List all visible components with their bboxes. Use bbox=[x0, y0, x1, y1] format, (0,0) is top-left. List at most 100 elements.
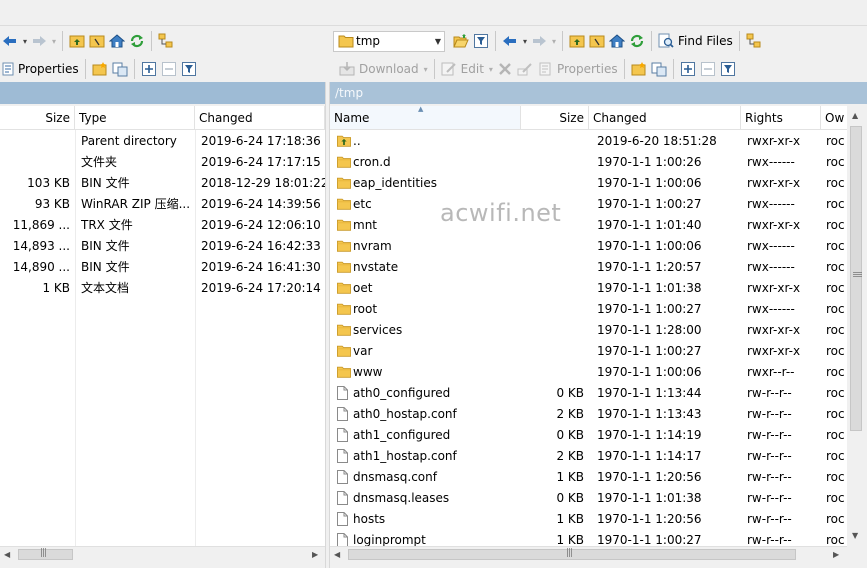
folder-row[interactable]: mnt 1970-1-1 1:01:40 rwxr-xr-x roc bbox=[330, 215, 847, 236]
file-row[interactable]: dnsmasq.conf 1 KB 1970-1-1 1:20:56 rw-r--r-… bbox=[330, 467, 847, 488]
scroll-left-icon[interactable]: ◀ bbox=[4, 550, 10, 559]
folder-row[interactable]: etc 1970-1-1 1:00:27 rwx------ roc bbox=[330, 194, 847, 215]
right-vscroll-thumb[interactable] bbox=[850, 126, 862, 431]
scroll-down-icon[interactable]: ▼ bbox=[852, 531, 858, 540]
scroll-right-icon[interactable]: ▶ bbox=[833, 550, 839, 559]
edit-button[interactable]: Edit ▾ bbox=[439, 58, 495, 80]
row-icon bbox=[337, 446, 353, 467]
remote-path-dropdown[interactable]: tmp ▼ bbox=[333, 30, 445, 52]
row-name: ath1_hostap.conf bbox=[353, 449, 457, 463]
select-all-button[interactable] bbox=[139, 58, 159, 80]
refresh-button[interactable] bbox=[127, 30, 147, 52]
file-row[interactable]: hosts 1 KB 1970-1-1 1:20:56 rw-r--r-- roc bbox=[330, 509, 847, 530]
rename-button[interactable] bbox=[515, 58, 535, 80]
folder-row[interactable]: .. 2019-6-20 18:51:28 rwxr-xr-x roc bbox=[330, 131, 847, 152]
row-type: TRX 文件 bbox=[81, 218, 133, 232]
root-directory-button[interactable] bbox=[87, 30, 107, 52]
toolbar-separator bbox=[133, 59, 135, 79]
folder-row[interactable]: oet 1970-1-1 1:01:38 rwxr-xr-x roc bbox=[330, 278, 847, 299]
folder-row[interactable]: cron.d 1970-1-1 1:00:26 rwx------ roc bbox=[330, 152, 847, 173]
right-forward-button[interactable]: ▾ bbox=[529, 30, 558, 52]
right-col-changed[interactable]: Changed bbox=[589, 106, 741, 130]
copy-button[interactable] bbox=[110, 58, 130, 80]
right-filter-button[interactable] bbox=[471, 30, 491, 52]
scroll-left-icon[interactable]: ◀ bbox=[334, 550, 340, 559]
forward-button[interactable]: ▾ bbox=[29, 30, 58, 52]
file-row[interactable]: dnsmasq.leases 0 KB 1970-1-1 1:01:38 rw-r--… bbox=[330, 488, 847, 509]
table-row[interactable]: 103 KB BIN 文件 2018-12-29 18:01:22 bbox=[0, 173, 325, 194]
right-root-directory-button[interactable] bbox=[587, 30, 607, 52]
table-row[interactable]: 14,890 ... BIN 文件 2019-6-24 16:41:30 bbox=[0, 257, 325, 278]
table-row[interactable]: 14,893 ... BIN 文件 2019-6-24 16:42:33 bbox=[0, 236, 325, 257]
right-new-folder-button[interactable] bbox=[629, 58, 649, 80]
scroll-up-icon[interactable]: ▲ bbox=[852, 111, 858, 120]
left-col-size[interactable]: Size bbox=[0, 106, 75, 130]
folder-row[interactable]: www 1970-1-1 1:00:06 rwxr--r-- roc bbox=[330, 362, 847, 383]
right-back-button[interactable]: ▾ bbox=[500, 30, 529, 52]
folder-row[interactable]: services 1970-1-1 1:28:00 rwxr-xr-x roc bbox=[330, 320, 847, 341]
folder-row[interactable]: var 1970-1-1 1:00:27 rwxr-xr-x roc bbox=[330, 341, 847, 362]
file-row[interactable]: ath0_hostap.conf 2 KB 1970-1-1 1:13:43 rw-r… bbox=[330, 404, 847, 425]
file-row[interactable]: ath1_configured 0 KB 1970-1-1 1:14:19 rw-r-… bbox=[330, 425, 847, 446]
row-name: ath1_configured bbox=[353, 428, 451, 442]
right-col-owner[interactable]: Ow bbox=[821, 106, 847, 130]
right-refresh-button[interactable] bbox=[627, 30, 647, 52]
row-size bbox=[0, 152, 70, 173]
row-owner: roc bbox=[826, 197, 845, 211]
table-row[interactable]: 1 KB 文本文档 2019-6-24 17:20:14 bbox=[0, 278, 325, 299]
row-owner: roc bbox=[826, 176, 845, 190]
delete-button[interactable] bbox=[495, 58, 515, 80]
scroll-right-icon[interactable]: ▶ bbox=[312, 550, 318, 559]
file-row[interactable]: ath1_hostap.conf 2 KB 1970-1-1 1:14:17 rw-r… bbox=[330, 446, 847, 467]
open-directory-button[interactable] bbox=[451, 30, 471, 52]
row-name: eap_identities bbox=[353, 176, 438, 190]
right-home-directory-button[interactable] bbox=[607, 30, 627, 52]
right-unselect-all-button[interactable] bbox=[698, 58, 718, 80]
right-vertical-scrollbar[interactable]: ▲ ||| ▼ bbox=[847, 106, 865, 546]
find-files-button[interactable]: Find Files bbox=[656, 30, 735, 52]
table-row[interactable]: 11,869 ... TRX 文件 2019-6-24 12:06:10 bbox=[0, 215, 325, 236]
row-icon bbox=[337, 404, 353, 425]
home-directory-button[interactable] bbox=[107, 30, 127, 52]
row-changed: 2019-6-24 17:17:15 bbox=[201, 155, 321, 169]
left-col-type[interactable]: Type bbox=[75, 106, 195, 130]
file-row[interactable]: ath0_configured 0 KB 1970-1-1 1:13:44 rw-r-… bbox=[330, 383, 847, 404]
row-size: 2 KB bbox=[556, 407, 584, 421]
table-row[interactable]: 文件夹 2019-6-24 17:17:15 bbox=[0, 152, 325, 173]
right-col-size[interactable]: Size bbox=[521, 106, 589, 130]
left-horizontal-scrollbar[interactable]: ◀ ||| ▶ bbox=[0, 546, 325, 562]
parent-directory-button[interactable] bbox=[67, 30, 87, 52]
row-name: hosts bbox=[353, 512, 386, 526]
folder-row[interactable]: nvram 1970-1-1 1:00:06 rwx------ roc bbox=[330, 236, 847, 257]
right-properties-button[interactable]: Properties bbox=[535, 58, 620, 80]
row-changed: 2019-6-24 17:18:36 bbox=[201, 134, 321, 148]
right-col-name[interactable]: ▲ Name bbox=[330, 106, 521, 130]
table-row[interactable]: Parent directory 2019-6-24 17:18:36 bbox=[0, 131, 325, 152]
folder-icon bbox=[337, 261, 351, 273]
filter-button[interactable] bbox=[179, 58, 199, 80]
folder-row[interactable]: nvstate 1970-1-1 1:20:57 rwx------ roc bbox=[330, 257, 847, 278]
table-row[interactable]: 93 KB WinRAR ZIP 压缩... 2019-6-24 14:39:56 bbox=[0, 194, 325, 215]
left-col-changed[interactable]: Changed bbox=[195, 106, 325, 130]
left-properties-button[interactable]: Properties bbox=[0, 58, 81, 80]
right-select-all-button[interactable] bbox=[678, 58, 698, 80]
rename-icon bbox=[517, 61, 533, 77]
right-copy-button[interactable] bbox=[649, 58, 669, 80]
right-horizontal-scrollbar[interactable]: ◀ ||| ▶ bbox=[330, 546, 847, 562]
new-folder-button[interactable] bbox=[90, 58, 110, 80]
right-parent-directory-button[interactable] bbox=[567, 30, 587, 52]
unselect-all-button[interactable] bbox=[159, 58, 179, 80]
row-icon bbox=[337, 488, 353, 509]
right-col-rights[interactable]: Rights bbox=[741, 106, 821, 130]
right-invert-filter-button[interactable] bbox=[718, 58, 738, 80]
home-icon bbox=[609, 33, 626, 49]
row-rights: rwxr-xr-x bbox=[747, 281, 801, 295]
folder-icon bbox=[337, 240, 351, 252]
back-button[interactable]: ▾ bbox=[0, 30, 29, 52]
row-rights: rwxr-xr-x bbox=[747, 323, 801, 337]
folder-row[interactable]: eap_identities 1970-1-1 1:00:06 rwxr-xr-x r… bbox=[330, 173, 847, 194]
download-button[interactable]: Download ▾ bbox=[337, 58, 430, 80]
right-tree-view-button[interactable] bbox=[744, 30, 764, 52]
tree-view-button[interactable] bbox=[156, 30, 176, 52]
folder-row[interactable]: root 1970-1-1 1:00:27 rwx------ roc bbox=[330, 299, 847, 320]
